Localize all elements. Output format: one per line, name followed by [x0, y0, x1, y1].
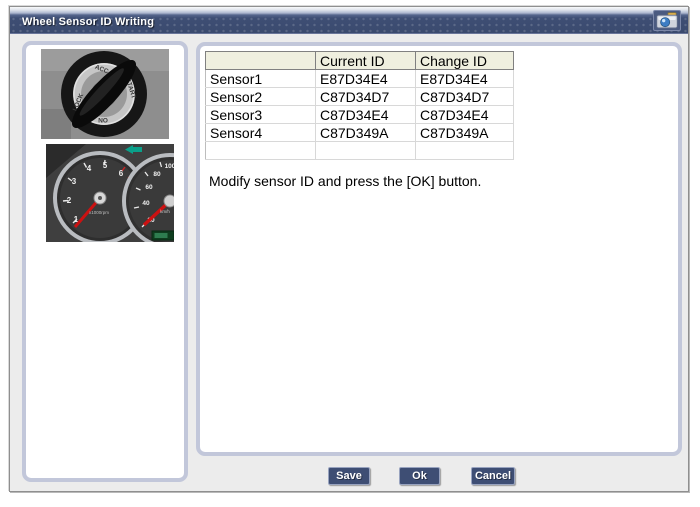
tach-number-3: 3 [72, 177, 77, 186]
table-row: Sensor1 E87D34E4 E87D34E4 [205, 69, 514, 88]
title-bar: Wheel Sensor ID Writing [10, 7, 688, 34]
table-row: Sensor2 C87D34D7 C87D34D7 [205, 87, 514, 106]
table-row: Sensor3 C87D34E4 C87D34E4 [205, 105, 514, 124]
speedo-number-100: 100 [165, 163, 174, 170]
main-panel: Current ID Change ID Sensor1 E87D34E4 E8… [196, 42, 682, 456]
table-header-row: Current ID Change ID [205, 51, 514, 70]
tach-number-2: 2 [67, 196, 72, 205]
sensor-name-cell: Sensor2 [205, 87, 316, 106]
current-id-cell: E87D34E4 [315, 69, 416, 88]
header-change-id: Change ID [415, 51, 514, 70]
change-id-cell[interactable]: E87D34E4 [415, 69, 514, 88]
odometer-lcd [151, 230, 174, 241]
current-id-cell: C87D34D7 [315, 87, 416, 106]
guide-message: Modify sensor ID and press the [OK] butt… [209, 173, 482, 189]
header-current-id: Current ID [315, 51, 416, 70]
table-row: Sensor4 C87D349A C87D349A [205, 123, 514, 142]
tach-number-5: 5 [103, 161, 108, 170]
table-row-empty [205, 141, 514, 160]
change-id-cell[interactable]: C87D34D7 [415, 87, 514, 106]
sensor-name-cell: Sensor4 [205, 123, 316, 142]
tach-unit-label: x1000rpm [89, 210, 109, 215]
sensor-name-cell: Sensor1 [205, 69, 316, 88]
screenshot-camera-button[interactable] [653, 10, 681, 31]
window-title: Wheel Sensor ID Writing [22, 16, 155, 28]
left-photo-panel: LOCK ACC START ON 1 2 3 4 5 6 x1000rpm 4… [22, 41, 188, 482]
current-id-cell: C87D349A [315, 123, 416, 142]
change-id-cell[interactable]: C87D349A [415, 123, 514, 142]
empty-cell [205, 141, 316, 160]
sensor-id-table: Current ID Change ID Sensor1 E87D34E4 E8… [205, 51, 514, 160]
dialog-window: Wheel Sensor ID Writing LOCK ACC START O… [9, 6, 689, 492]
empty-cell [415, 141, 514, 160]
sensor-name-cell: Sensor3 [205, 105, 316, 124]
dialog-content: LOCK ACC START ON 1 2 3 4 5 6 x1000rpm 4… [10, 35, 688, 491]
ignition-key-photo: LOCK ACC START ON [41, 49, 169, 139]
speedo-number-40: 40 [142, 200, 150, 207]
instrument-cluster-photo: 1 2 3 4 5 6 x1000rpm 40 60 80 100 km/h [46, 144, 174, 242]
ignition-label-on: ON [98, 116, 108, 123]
change-id-cell[interactable]: C87D34E4 [415, 105, 514, 124]
speedo-number-60: 60 [145, 184, 153, 191]
speedo-number-80: 80 [153, 171, 161, 178]
camera-icon [656, 12, 678, 29]
current-id-cell: C87D34E4 [315, 105, 416, 124]
save-button[interactable]: Save [328, 467, 370, 485]
tach-number-4: 4 [87, 164, 92, 173]
tach-number-6: 6 [119, 169, 124, 178]
ok-button[interactable]: Ok [399, 467, 440, 485]
cancel-button[interactable]: Cancel [471, 467, 515, 485]
speedo-unit-label: km/h [160, 209, 170, 214]
empty-cell [315, 141, 416, 160]
header-sensor [205, 51, 316, 70]
